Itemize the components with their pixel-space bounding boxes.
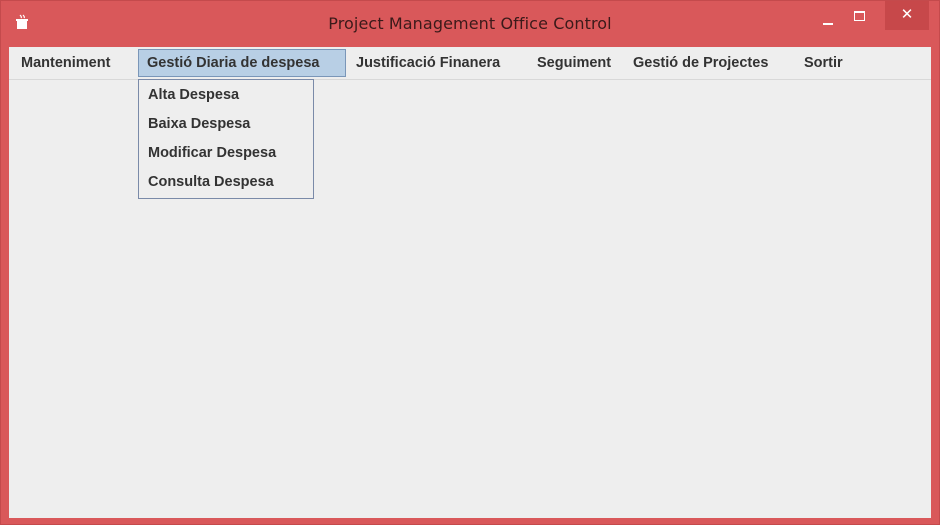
close-button[interactable]: ✕ [885, 1, 929, 30]
menu-gestio-de-projectes[interactable]: Gestió de Projectes [629, 49, 797, 77]
window-title: Project Management Office Control [328, 14, 612, 33]
menu-item-baixa-despesa[interactable]: Baixa Despesa [148, 116, 250, 132]
menu-sortir[interactable]: Sortir [800, 49, 854, 77]
app-window: Project Management Office Control ✕ Mant… [0, 0, 940, 525]
menu-bar: Manteniment Gestió Diaria de despesa Jus… [9, 47, 931, 80]
menu-manteniment[interactable]: Manteniment [17, 49, 135, 77]
title-bar[interactable]: Project Management Office Control ✕ [1, 1, 939, 45]
close-icon: ✕ [900, 5, 914, 23]
menu-justificacio-finanera[interactable]: Justificació Finanera [352, 49, 532, 77]
dropdown-menu: Alta Despesa Baixa Despesa Modificar Des… [138, 79, 314, 199]
minimize-button[interactable] [815, 1, 841, 31]
menu-item-consulta-despesa[interactable]: Consulta Despesa [148, 174, 274, 190]
menu-item-alta-despesa[interactable]: Alta Despesa [148, 87, 239, 103]
menu-gestio-diaria-de-despesa[interactable]: Gestió Diaria de despesa [138, 49, 346, 77]
window-content: Manteniment Gestió Diaria de despesa Jus… [9, 47, 931, 518]
menu-item-modificar-despesa[interactable]: Modificar Despesa [148, 145, 276, 161]
menu-seguiment[interactable]: Seguiment [533, 49, 625, 77]
maximize-button[interactable] [846, 1, 872, 31]
maximize-icon [854, 11, 865, 21]
minimize-icon [823, 23, 833, 25]
